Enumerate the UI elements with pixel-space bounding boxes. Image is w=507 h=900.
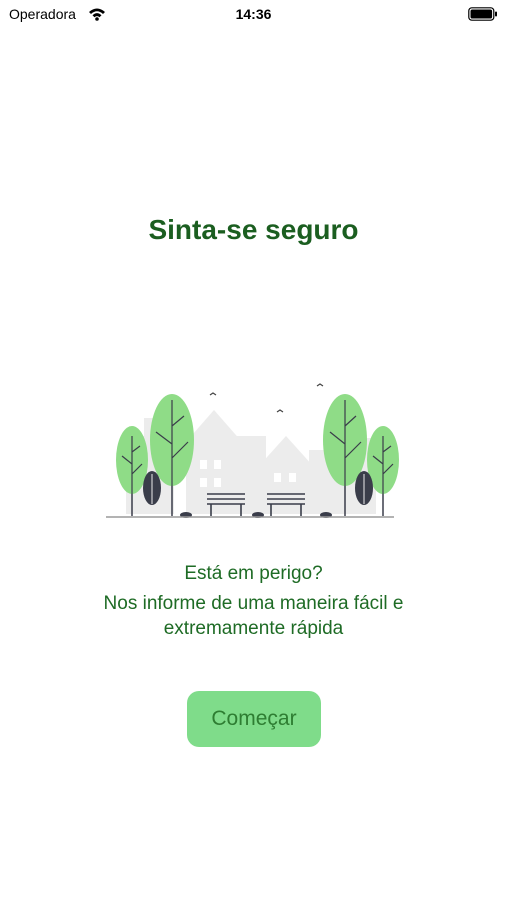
danger-question: Está em perigo? [184, 563, 323, 584]
status-time: 14:36 [235, 6, 272, 22]
battery-icon [468, 7, 498, 26]
city-park-illustration [104, 378, 400, 524]
start-button[interactable]: Começar [187, 691, 321, 747]
page-title: Sinta-se seguro [148, 214, 359, 245]
status-bar: Operadora 14:36 [0, 0, 507, 28]
description-text: Nos informe de uma maneira fácil e extre… [103, 593, 404, 639]
